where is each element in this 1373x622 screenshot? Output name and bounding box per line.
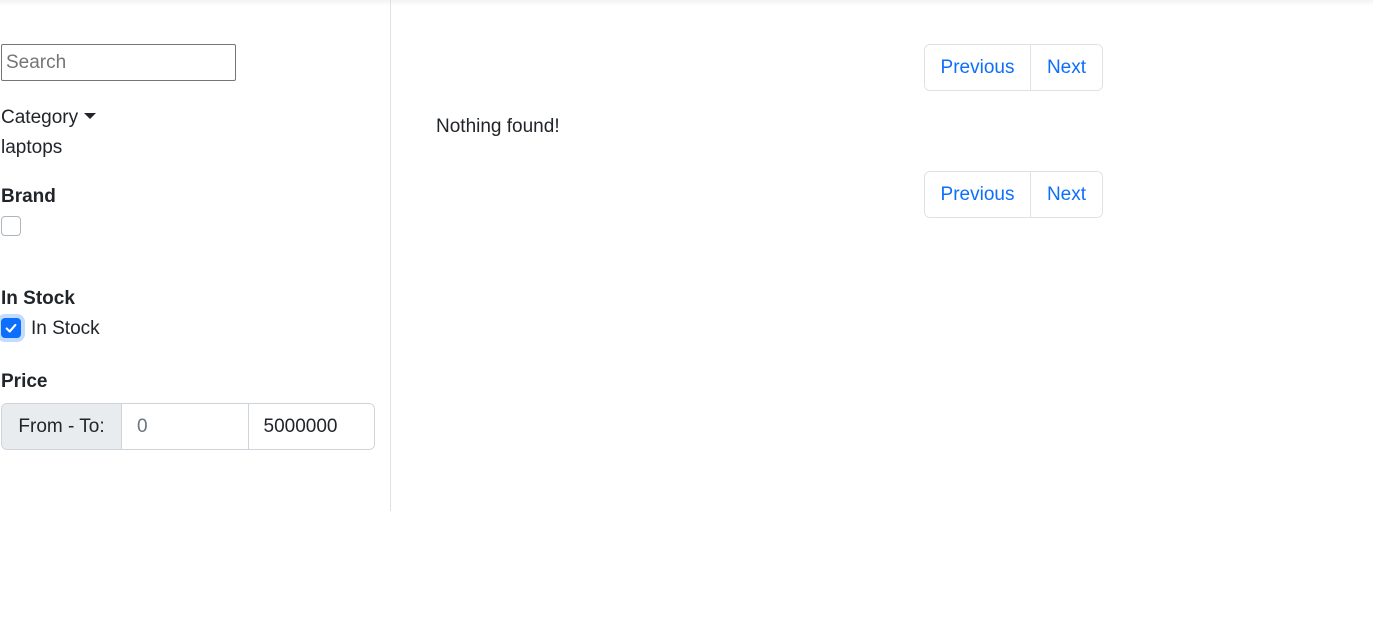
category-label: Category (1, 107, 79, 128)
in-stock-heading: In Stock (1, 288, 75, 309)
search-input[interactable] (1, 44, 236, 81)
caret-down-icon (84, 113, 97, 119)
previous-page-button[interactable]: Previous (925, 45, 1031, 90)
in-stock-checkbox-label[interactable]: In Stock (31, 316, 100, 342)
filter-sidebar: Category laptops Brand In Stock In Stock… (0, 0, 391, 511)
pagination-bottom: Previous Next (924, 171, 1103, 218)
price-heading: Price (1, 371, 48, 392)
in-stock-checkbox[interactable] (1, 318, 21, 338)
price-range-addon: From - To: (2, 404, 122, 449)
price-to-input[interactable] (248, 404, 374, 449)
brand-heading: Brand (1, 186, 56, 207)
empty-results-message: Nothing found! (436, 116, 560, 137)
next-page-button[interactable]: Next (1031, 45, 1102, 90)
brand-checkbox[interactable] (1, 216, 21, 236)
price-from-input[interactable] (122, 404, 249, 449)
category-dropdown-toggle[interactable]: Category (1, 105, 97, 131)
checkmark-icon (5, 323, 17, 333)
selected-category: laptops (1, 137, 63, 158)
price-range-group: From - To: (1, 403, 375, 450)
pagination-top: Previous Next (924, 44, 1103, 91)
previous-page-button[interactable]: Previous (925, 172, 1031, 217)
next-page-button[interactable]: Next (1031, 172, 1102, 217)
